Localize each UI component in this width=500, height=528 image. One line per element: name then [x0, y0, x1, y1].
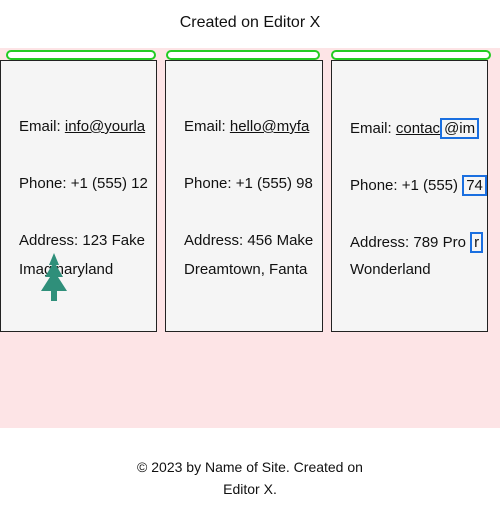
email-row: Email: info@yourla: [19, 118, 145, 135]
address-row: Address: 123 Fake: [19, 232, 145, 249]
email-link[interactable]: info@yourla: [65, 118, 145, 135]
email-link[interactable]: hello@myfa: [230, 118, 309, 135]
phone-value: +1 (555) 98: [235, 175, 313, 192]
card-3-top-bar: [331, 50, 491, 60]
address-label: Address:: [350, 234, 410, 251]
address-label: Address:: [19, 232, 79, 249]
address-row: Address: 456 Make: [184, 232, 313, 249]
address-value: 123 Fake: [82, 232, 145, 249]
contact-card-3: Email: contac @im Phone: +1 (555) 74 Addr…: [331, 60, 488, 332]
contact-card-1: Email: info@yourla Phone: +1 (555) 12 Ad…: [0, 60, 157, 332]
address-value: 789 Pro: [413, 234, 466, 251]
contact-card-2: Email: hello@myfa Phone: +1 (555) 98 Add…: [165, 60, 323, 332]
email-label: Email:: [350, 120, 392, 137]
footer-editor-link[interactable]: Editor X.: [0, 478, 500, 500]
phone-value-highlighted: 74: [462, 175, 487, 196]
phone-row: Phone: +1 (555) 74: [350, 175, 487, 196]
footer-copyright: © 2023 by Name of Site. Created on: [137, 459, 363, 475]
phone-row: Phone: +1 (555) 12: [19, 175, 148, 192]
address-line-2: Dreamtown, Fanta: [184, 261, 308, 278]
email-label: Email:: [184, 118, 226, 135]
email-row: Email: hello@myfa: [184, 118, 309, 135]
page-title: Created on Editor X: [179, 14, 321, 31]
email-value: contac: [395, 120, 441, 137]
email-label: Email:: [19, 118, 61, 135]
email-value-highlighted: @im: [440, 118, 480, 139]
footer: © 2023 by Name of Site. Created on Edito…: [0, 456, 500, 500]
phone-row: Phone: +1 (555) 98: [184, 175, 313, 192]
email-link[interactable]: contac @im: [395, 118, 480, 139]
phone-value: +1 (555): [401, 177, 459, 194]
card-1-top-bar: [6, 50, 156, 60]
phone-label: Phone:: [184, 175, 232, 192]
email-row: Email: contac @im: [350, 118, 480, 139]
phone-label: Phone:: [350, 177, 398, 194]
card-2-top-bar: [166, 50, 320, 60]
address-value-highlighted: r: [470, 232, 484, 253]
phone-label: Phone:: [19, 175, 67, 192]
address-label: Address:: [184, 232, 244, 249]
address-line-2: Wonderland: [350, 261, 431, 278]
tree-icon: [39, 251, 69, 308]
phone-value: +1 (555) 12: [70, 175, 148, 192]
address-row: Address: 789 Pro r: [350, 232, 484, 253]
address-value: 456 Make: [247, 232, 314, 249]
